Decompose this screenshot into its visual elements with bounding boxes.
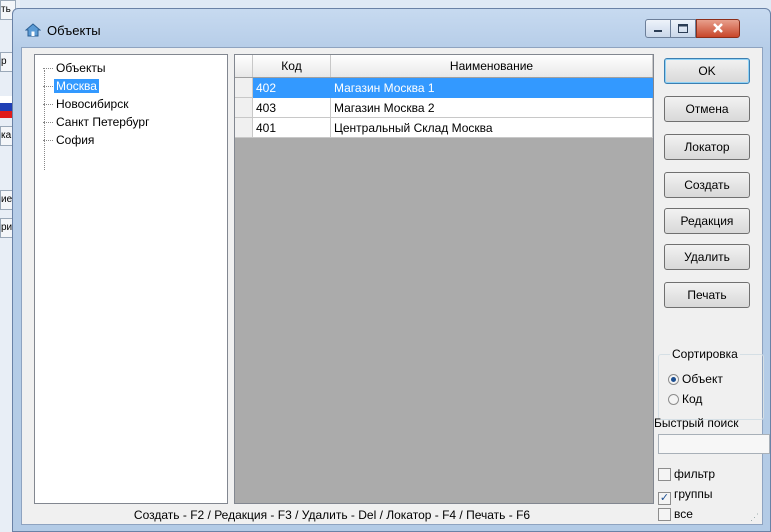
print-button[interactable]: Печать (664, 282, 750, 308)
cell-name[interactable]: Центральный Склад Москва (331, 118, 653, 138)
cell-code[interactable]: 403 (253, 98, 331, 118)
column-header-name[interactable]: Наименование (331, 55, 653, 77)
all-checkbox[interactable]: все (658, 506, 693, 524)
maximize-icon (678, 24, 688, 33)
tree-item-label: Новосибирск (56, 97, 129, 111)
home-icon (25, 23, 41, 37)
tree-root-label: Объекты (56, 61, 106, 75)
radio-label: Код (682, 392, 703, 406)
objects-tree[interactable]: Объекты Москва Новосибирск Санкт Петербу… (34, 54, 228, 504)
row-indicator (235, 78, 253, 98)
tree-item-label: София (56, 133, 95, 147)
status-bar: Создать - F2 / Редакция - F3 / Удалить -… (133, 508, 531, 522)
close-button[interactable] (696, 19, 740, 38)
quick-search-label: Быстрый поиск (654, 416, 739, 430)
sorting-group (658, 354, 764, 420)
edit-button[interactable]: Редакция (664, 208, 750, 234)
locator-button[interactable]: Локатор (664, 134, 750, 160)
tree-item-moscow[interactable]: Москва (43, 77, 99, 95)
quick-search-input[interactable] (658, 434, 770, 454)
close-icon (713, 23, 723, 33)
objects-window: Объекты Объекты Москва Новосибирск Санкт… (12, 8, 771, 532)
minimize-button[interactable] (645, 19, 671, 38)
delete-button[interactable]: Удалить (664, 244, 750, 270)
checkbox-unchecked-icon (658, 468, 671, 481)
cell-name[interactable]: Магазин Москва 2 (331, 98, 653, 118)
grid-header-indicator (235, 55, 253, 77)
tree-item-novosibirsk[interactable]: Новосибирск (43, 95, 130, 113)
cell-name[interactable]: Магазин Москва 1 (331, 78, 653, 98)
cell-code[interactable]: 401 (253, 118, 331, 138)
tree-item-label: Москва (54, 79, 99, 93)
grid-header: Код Наименование (235, 55, 653, 78)
checkbox-label: фильтр (674, 467, 716, 481)
radio-selected-icon (668, 374, 679, 385)
row-indicator (235, 98, 253, 118)
checkbox-checked-icon: ✓ (658, 492, 671, 505)
filter-checkbox[interactable]: фильтр (658, 466, 715, 484)
cell-code[interactable]: 402 (253, 78, 331, 98)
tree-item-sofia[interactable]: София (43, 131, 96, 149)
sort-by-code-radio[interactable]: Код (668, 391, 702, 407)
checkbox-unchecked-icon (658, 508, 671, 521)
maximize-button[interactable] (670, 19, 696, 38)
window-content: Объекты Москва Новосибирск Санкт Петербу… (21, 47, 770, 525)
ok-button[interactable]: OK (664, 58, 750, 84)
tree-item-label: Санкт Петербург (56, 115, 150, 129)
create-button[interactable]: Создать (664, 172, 750, 198)
window-title: Объекты (47, 23, 101, 38)
checkbox-label: все (674, 507, 693, 521)
tree-item-saint-petersburg[interactable]: Санкт Петербург (43, 113, 151, 131)
resize-grip-icon[interactable]: ⋰ (750, 512, 760, 522)
radio-unselected-icon (668, 394, 679, 405)
groups-checkbox[interactable]: ✓ группы (658, 486, 713, 505)
minimize-icon (654, 30, 662, 32)
column-header-code[interactable]: Код (253, 55, 331, 77)
title-bar[interactable]: Объекты (13, 9, 770, 47)
checkbox-label: группы (674, 487, 713, 501)
radio-label: Объект (682, 372, 723, 386)
sorting-title: Сортировка (670, 347, 740, 361)
row-indicator (235, 118, 253, 138)
objects-grid[interactable]: Код Наименование 402 Магазин Москва 1 40… (234, 54, 654, 504)
cancel-button[interactable]: Отмена (664, 96, 750, 122)
sort-by-object-radio[interactable]: Объект (668, 371, 723, 387)
tree-root[interactable]: Объекты (43, 59, 108, 77)
